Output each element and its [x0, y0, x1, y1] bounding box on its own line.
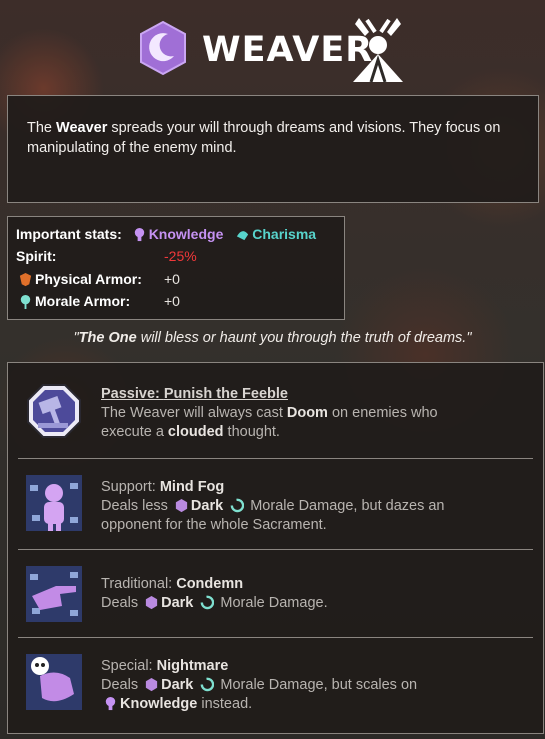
- hammer-octagon-icon: [27, 384, 81, 438]
- flavor-quote: "The One will bless or haunt you through…: [73, 330, 472, 346]
- divider: [18, 549, 533, 550]
- crescent-moon-hexagon-icon: [140, 20, 186, 76]
- class-header: WEAVER: [0, 14, 545, 88]
- charisma-icon: [237, 231, 249, 241]
- ability-traditional-text: Traditional: Condemn Deals Dark Morale D…: [101, 576, 328, 611]
- morale-armor-value: +0: [164, 293, 180, 309]
- divider: [18, 637, 533, 638]
- abilities-panel: Passive: Punish the Feeble The Weaver wi…: [7, 362, 544, 734]
- dark-type-icon: [175, 498, 188, 513]
- divider: [18, 458, 533, 459]
- dark-type-icon: [145, 677, 158, 692]
- ability-passive-text: Passive: Punish the Feeble The Weaver wi…: [101, 386, 438, 440]
- morale-damage-icon: [230, 498, 245, 513]
- morale-armor-row: Morale Armor:: [16, 293, 130, 309]
- morale-armor-icon: [20, 294, 31, 309]
- ability-support-text: Support: Mind Fog Deals less Dark Morale…: [101, 479, 445, 533]
- knowledge-icon: [134, 227, 144, 242]
- knowledge-icon: [105, 696, 116, 711]
- weaver-deity-sigil-icon: [353, 18, 403, 83]
- physical-armor-row: Physical Armor:: [16, 271, 142, 287]
- important-stats-row: Important stats: Knowledge Charisma: [16, 226, 317, 242]
- physical-armor-icon: [19, 272, 32, 287]
- mind-fog-figure-icon: [26, 475, 82, 531]
- dark-type-icon: [145, 595, 158, 610]
- description-panel: The Weaver spreads your will through dre…: [7, 95, 539, 203]
- ability-special-text: Special: Nightmare Deals Dark Morale Dam…: [101, 658, 418, 712]
- spirit-value: -25%: [164, 248, 197, 264]
- morale-damage-icon: [201, 677, 215, 692]
- stats-panel: Important stats: Knowledge Charisma Spir…: [7, 216, 345, 320]
- morale-damage-icon: [201, 595, 215, 610]
- physical-armor-value: +0: [164, 271, 180, 287]
- pointing-hand-icon: [26, 566, 82, 622]
- nightmare-skull-icon: [26, 654, 82, 710]
- spirit-label: Spirit:: [16, 248, 57, 264]
- class-title: WEAVER: [202, 30, 374, 70]
- class-description: The Weaver spreads your will through dre…: [27, 120, 501, 156]
